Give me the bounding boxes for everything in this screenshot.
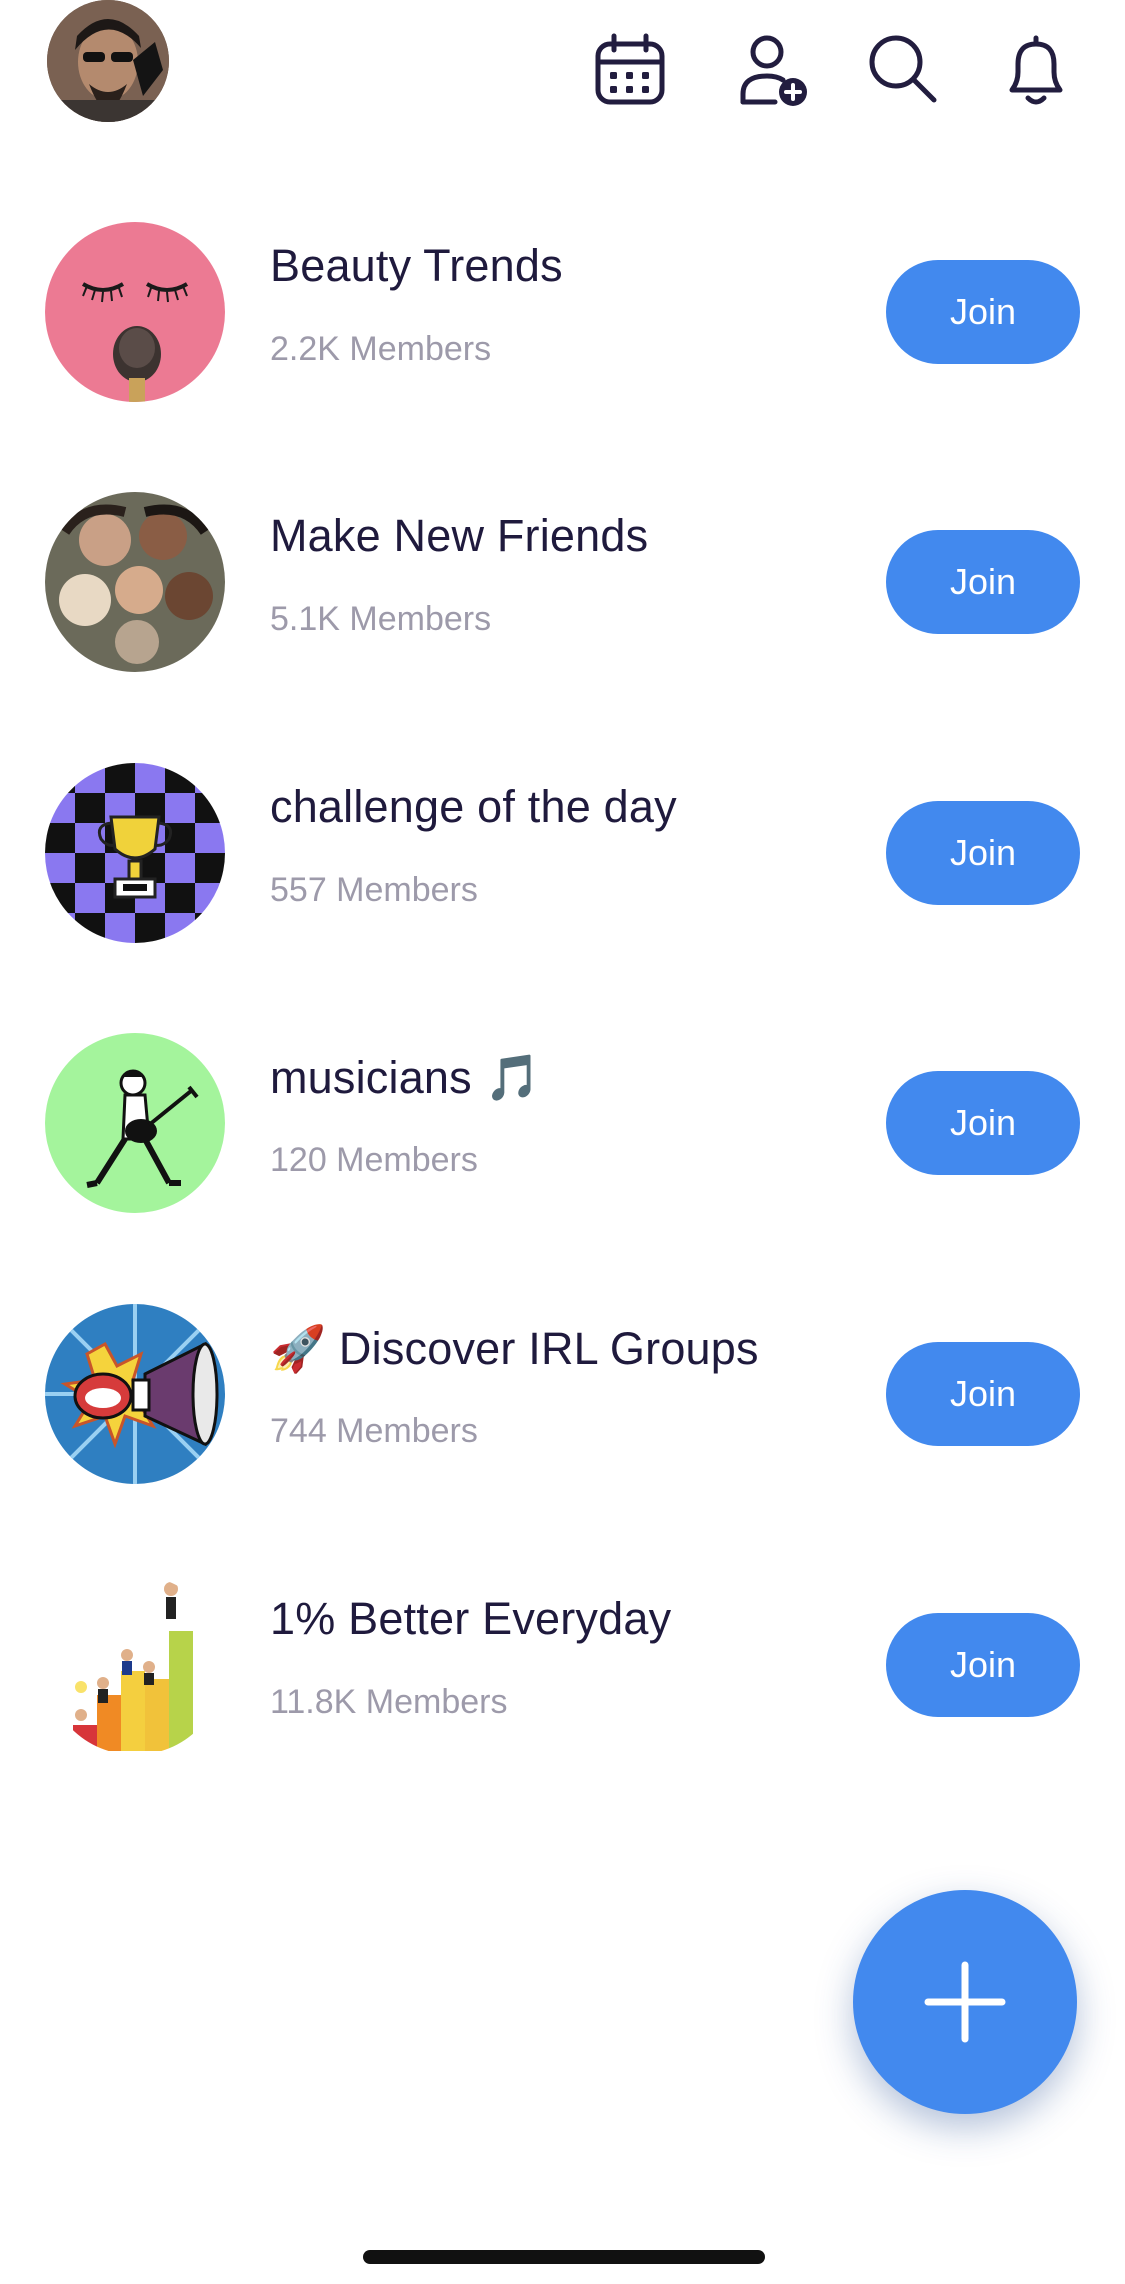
member-count: 120 Members: [270, 1141, 478, 1179]
group-avatar: [45, 222, 225, 402]
group-row-1-percent-better-everyday[interactable]: 1% Better Everyday 11.8K Members Join: [0, 1575, 1125, 1765]
group-row-challenge-of-the-day[interactable]: challenge of the day 557 Members Join: [0, 763, 1125, 953]
group-name: Beauty Trends: [270, 240, 563, 291]
join-button[interactable]: Join: [886, 1071, 1080, 1175]
join-button[interactable]: Join: [886, 530, 1080, 634]
group-avatar: [45, 1033, 225, 1213]
group-avatar: [45, 492, 225, 672]
plus-icon: [924, 1961, 1006, 2043]
member-count: 2.2K Members: [270, 330, 492, 368]
calendar-icon[interactable]: [588, 28, 672, 112]
create-group-button[interactable]: [853, 1890, 1077, 2114]
join-button[interactable]: Join: [886, 260, 1080, 364]
group-name: 🚀 Discover IRL Groups: [270, 1323, 759, 1374]
join-button[interactable]: Join: [886, 1613, 1080, 1717]
member-count: 11.8K Members: [270, 1683, 508, 1721]
group-row-beauty-trends[interactable]: Beauty Trends 2.2K Members Join: [0, 222, 1125, 412]
group-name: Make New Friends: [270, 510, 649, 561]
add-user-icon[interactable]: [731, 28, 815, 112]
group-avatar: [45, 763, 225, 943]
home-indicator[interactable]: [363, 2250, 765, 2264]
group-row-discover-irl-groups[interactable]: 🚀 Discover IRL Groups 744 Members Join: [0, 1304, 1125, 1494]
group-avatar: [45, 1575, 225, 1755]
group-name: challenge of the day: [270, 781, 677, 832]
member-count: 557 Members: [270, 871, 478, 909]
group-avatar: [45, 1304, 225, 1484]
profile-avatar[interactable]: [47, 0, 169, 122]
member-count: 5.1K Members: [270, 600, 492, 638]
member-count: 744 Members: [270, 1412, 478, 1450]
join-button[interactable]: Join: [886, 1342, 1080, 1446]
group-name: musicians 🎵: [270, 1052, 541, 1103]
search-icon[interactable]: [860, 28, 944, 112]
group-row-musicians[interactable]: musicians 🎵 120 Members Join: [0, 1033, 1125, 1223]
group-row-make-new-friends[interactable]: Make New Friends 5.1K Members Join: [0, 492, 1125, 682]
profile-photo: [47, 0, 169, 122]
top-bar: [0, 0, 1125, 150]
join-button[interactable]: Join: [886, 801, 1080, 905]
group-name: 1% Better Everyday: [270, 1593, 672, 1644]
bell-icon[interactable]: [994, 28, 1078, 112]
